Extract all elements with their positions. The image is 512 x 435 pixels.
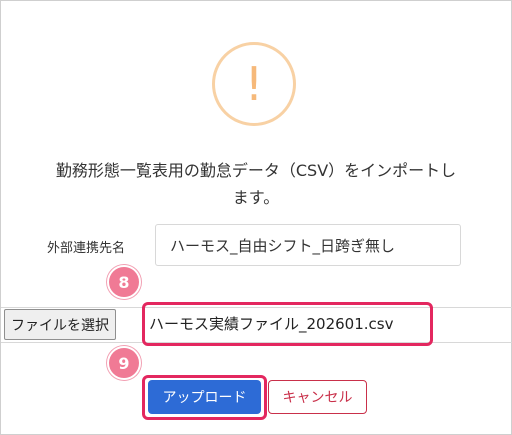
cancel-button[interactable]: キャンセル bbox=[268, 380, 367, 414]
dialog-message-text: 勤務形態一覧表用の勤怠データ（CSV）をインポートし ます。 bbox=[55, 161, 457, 207]
import-dialog: ! 勤務形態一覧表用の勤怠データ（CSV）をインポートし ます。 外部連携先名 … bbox=[0, 0, 512, 435]
warning-icon: ! bbox=[212, 42, 296, 126]
choose-file-button[interactable]: ファイルを選択 bbox=[4, 309, 116, 340]
dialog-message: 勤務形態一覧表用の勤怠データ（CSV）をインポートし ます。 bbox=[21, 157, 491, 211]
external-link-field[interactable]: ハーモス_自由シフト_日跨ぎ無し bbox=[155, 224, 461, 266]
external-link-label: 外部連携先名 bbox=[47, 241, 126, 256]
step-badge-9: 9 bbox=[107, 346, 141, 380]
step-badge-8: 8 bbox=[107, 265, 141, 299]
upload-highlight-frame bbox=[142, 375, 267, 420]
file-highlight-frame bbox=[142, 302, 433, 346]
